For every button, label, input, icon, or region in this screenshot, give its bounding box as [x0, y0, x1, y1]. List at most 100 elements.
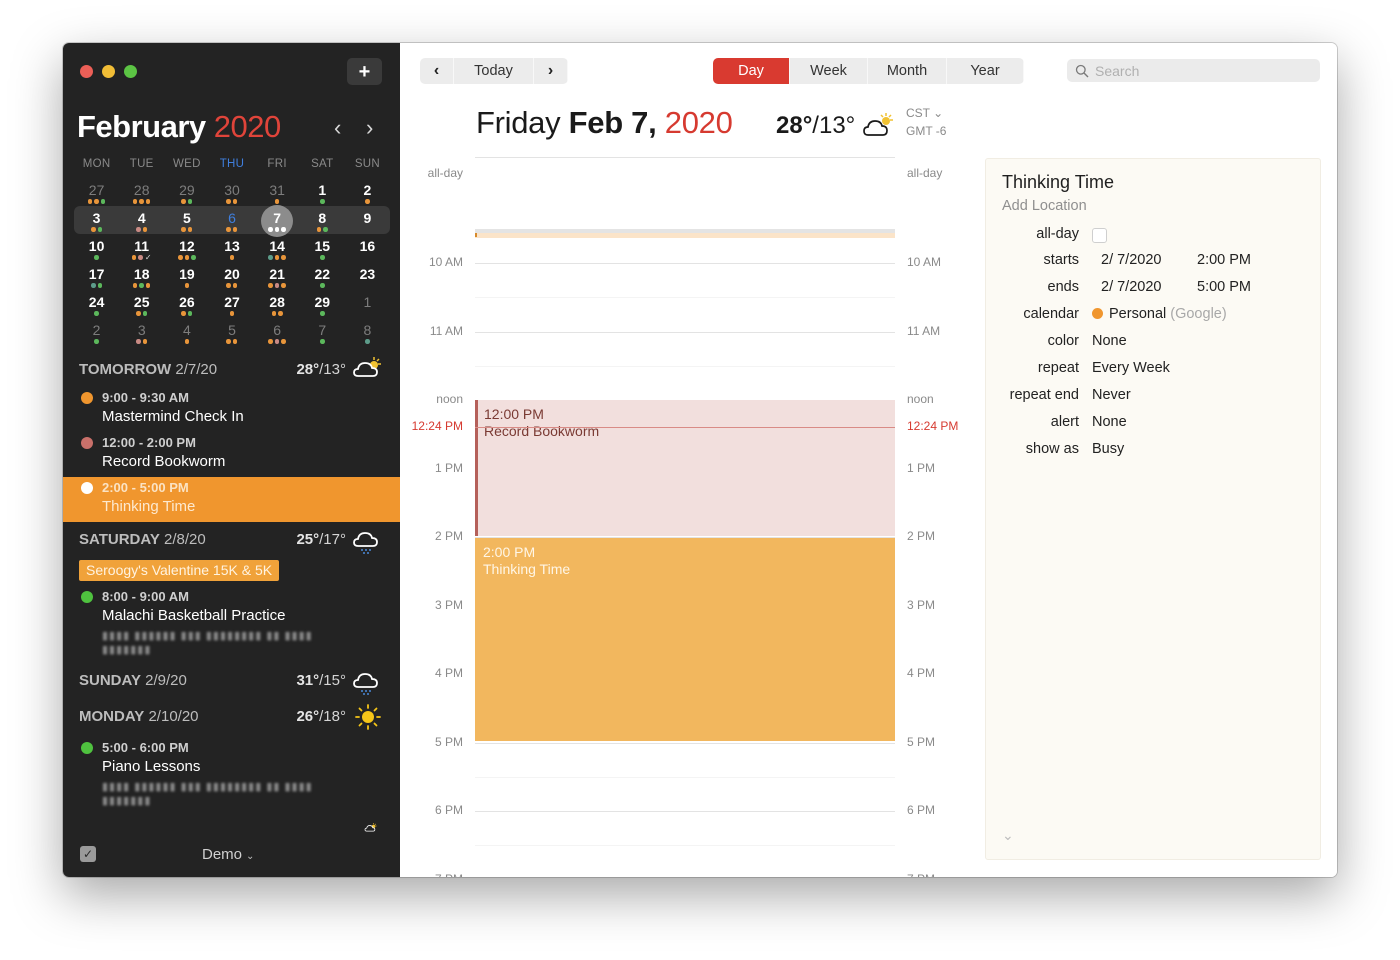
ends-time-field[interactable]: 5:00 PM [1197, 279, 1251, 295]
mini-calendar-day[interactable]: 1 [345, 290, 390, 318]
color-row: color None [986, 333, 1322, 355]
show-as-selector[interactable]: Busy [1092, 441, 1124, 457]
ends-date-field[interactable]: 2/ 7/2020 [1101, 279, 1161, 295]
mini-calendar-day[interactable]: 27 [209, 290, 254, 318]
mini-calendar-day[interactable]: 31 [255, 178, 300, 206]
agenda-event[interactable]: 9:00 - 9:30 AM Mastermind Check In [63, 387, 400, 432]
mini-calendar-day-selected[interactable]: 7 [255, 206, 300, 234]
color-selector[interactable]: None [1092, 333, 1127, 349]
mini-calendar-day[interactable]: 14 [255, 234, 300, 262]
mini-calendar-day[interactable]: 24 [74, 290, 119, 318]
show-completed-checkbox[interactable]: ✓ [80, 846, 96, 862]
expand-chevron-icon[interactable]: ⌄ [1002, 827, 1014, 844]
zoom-window-button[interactable] [124, 65, 137, 78]
mini-calendar-day[interactable]: 10 [74, 234, 119, 262]
repeat-selector[interactable]: Every Week [1092, 360, 1170, 376]
mini-calendar-day[interactable]: 8 [300, 206, 345, 234]
agenda-event-selected[interactable]: 2:00 - 5:00 PM Thinking Time [63, 477, 400, 522]
mini-calendar-day[interactable]: 21 [255, 262, 300, 290]
mini-calendar-day[interactable]: 4 [119, 206, 164, 234]
mini-calendar-day[interactable]: 23 [345, 262, 390, 290]
mini-calendar-day[interactable]: 26 [164, 290, 209, 318]
agenda-event[interactable]: 5:00 - 6:00 PM Piano Lessons ▮▮▮▮ ▮▮▮▮▮▮ … [63, 737, 400, 807]
day-title-date: Feb 7, [568, 105, 657, 140]
today-button[interactable]: Today [454, 58, 534, 84]
search-input[interactable] [1095, 62, 1315, 79]
mini-calendar-day[interactable]: 6 [209, 206, 254, 234]
agenda-event[interactable]: 8:00 - 9:00 AM Malachi Basketball Practi… [63, 586, 400, 656]
mini-calendar-day[interactable]: 18 [119, 262, 164, 290]
mini-calendar-day[interactable]: 2 [345, 178, 390, 206]
starts-date-field[interactable]: 2/ 7/2020 [1101, 252, 1161, 268]
agenda-event-time: 8:00 - 9:00 AM [102, 589, 189, 604]
calendar-selector[interactable]: Personal (Google) [1092, 306, 1227, 322]
mini-calendar-day[interactable]: 1 [300, 178, 345, 206]
repeat-end-selector[interactable]: Never [1092, 387, 1131, 403]
agenda-allday-event[interactable]: Seroogy's Valentine 15K & 5K [79, 560, 280, 581]
agenda-event[interactable]: 12:00 - 2:00 PM Record Bookworm [63, 432, 400, 477]
starts-row: starts 2/ 7/2020 2:00 PM [986, 252, 1322, 274]
close-window-button[interactable] [80, 65, 93, 78]
minimize-window-button[interactable] [102, 65, 115, 78]
event-title-field[interactable]: Thinking Time [1002, 172, 1114, 193]
mini-calendar-day[interactable]: 30 [209, 178, 254, 206]
calendar-event-block[interactable]: 12:00 PM Record Bookworm [475, 400, 895, 536]
mini-calendar-day[interactable]: 17 [74, 262, 119, 290]
tab-year[interactable]: Year [947, 58, 1024, 84]
add-event-button[interactable]: + [347, 58, 382, 85]
mini-calendar-day[interactable]: 3 [74, 206, 119, 234]
partly-cloudy-icon [863, 113, 893, 136]
search-box[interactable] [1067, 59, 1320, 82]
mini-calendar-day[interactable]: 7 [300, 318, 345, 346]
timezone-selector[interactable]: CST ⌄ [906, 106, 943, 120]
mini-calendar-day[interactable]: 5 [164, 206, 209, 234]
mini-calendar-day[interactable]: 19 [164, 262, 209, 290]
mini-calendar-day[interactable]: 13 [209, 234, 254, 262]
alert-selector[interactable]: None [1092, 414, 1127, 430]
mini-calendar-day[interactable]: 4 [164, 318, 209, 346]
day-number: 29 [179, 182, 195, 198]
mini-calendar-day[interactable]: 20 [209, 262, 254, 290]
mini-calendar-day[interactable]: 6 [255, 318, 300, 346]
tab-day[interactable]: Day [713, 58, 790, 84]
mini-calendar-next-button[interactable]: › [366, 115, 373, 141]
mini-calendar-day[interactable]: 29 [300, 290, 345, 318]
mini-calendar-day[interactable]: 29 [164, 178, 209, 206]
event-dot [316, 227, 322, 232]
day-temp-low: /13° [812, 112, 856, 139]
mini-calendar-day[interactable]: 8 [345, 318, 390, 346]
mini-calendar-day[interactable]: 5 [209, 318, 254, 346]
mini-calendar-day[interactable]: 2 [74, 318, 119, 346]
mini-calendar-day[interactable]: 28 [255, 290, 300, 318]
previous-day-button[interactable]: ‹ [420, 58, 454, 84]
mini-calendar-prev-button[interactable]: ‹ [334, 115, 341, 141]
mini-calendar-day[interactable]: 9 [345, 206, 390, 234]
event-dot [184, 283, 190, 288]
mini-calendar-day[interactable]: 3 [119, 318, 164, 346]
add-location-field[interactable]: Add Location [1002, 198, 1087, 214]
mini-calendar-day[interactable]: 16 [345, 234, 390, 262]
agenda-temperature: 25°/17° [296, 531, 346, 548]
calendar-event-block[interactable]: 2:00 PM Thinking Time [475, 538, 895, 741]
hour-line [475, 331, 895, 333]
allday-checkbox[interactable] [1092, 228, 1107, 243]
mini-calendar-day[interactable]: 27 [74, 178, 119, 206]
calendar-color-dot [81, 482, 93, 494]
event-dot [142, 339, 148, 344]
hour-label-left: 4 PM [434, 666, 463, 680]
tab-week[interactable]: Week [790, 58, 868, 84]
mini-calendar-day[interactable]: 25 [119, 290, 164, 318]
mini-calendar-day[interactable]: 12 [164, 234, 209, 262]
tab-month[interactable]: Month [868, 58, 947, 84]
mini-calendar-day[interactable]: 22 [300, 262, 345, 290]
mini-calendar-day[interactable]: 11 ✓ [119, 234, 164, 262]
mini-calendar-day[interactable]: 28 [119, 178, 164, 206]
calendar-set-selector[interactable]: Demo ⌄ [202, 846, 254, 863]
event-dots [164, 255, 209, 260]
allday-event-strip[interactable] [475, 233, 895, 238]
starts-time-field[interactable]: 2:00 PM [1197, 252, 1251, 268]
mini-calendar-day[interactable]: 15 [300, 234, 345, 262]
day-number: 28 [269, 294, 285, 310]
next-day-button[interactable]: › [534, 58, 568, 84]
event-dot [274, 227, 280, 232]
